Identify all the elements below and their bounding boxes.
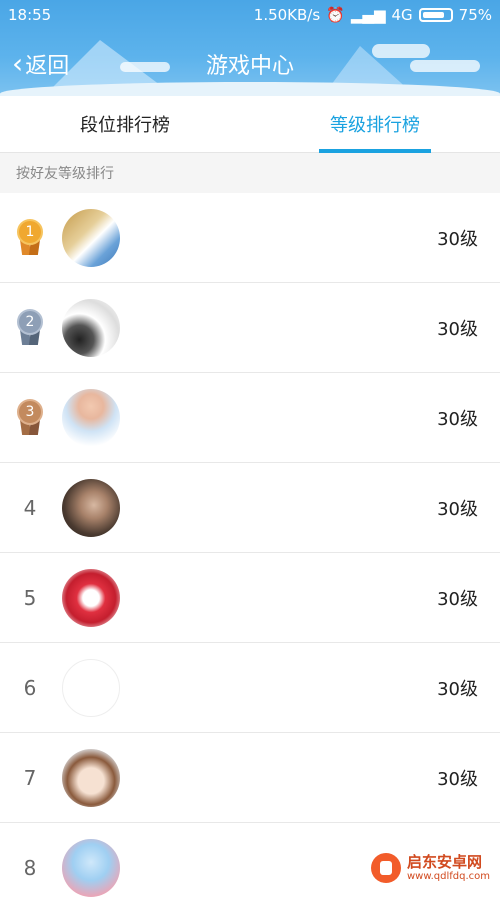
alarm-icon: ⏰ — [326, 6, 345, 24]
watermark-title: 启东安卓网 — [406, 853, 482, 872]
list-item[interactable]: 7 30级 — [0, 733, 500, 823]
leaderboard-list: 1 30级 2 30级 3 30级 4 30级 5 30级 6 30级 7 30… — [0, 193, 500, 913]
list-item[interactable]: 2 30级 — [0, 283, 500, 373]
avatar — [62, 839, 120, 897]
watermark-url: www.qdlfdq.com — [406, 870, 490, 882]
rank-number: 7 — [23, 765, 37, 790]
watermark: 启东安卓网 www.qdlfdq.com — [370, 853, 490, 883]
player-level: 30级 — [437, 498, 478, 520]
status-right: 1.50KB/s ⏰ ▂▄▆ 4G 75% — [254, 6, 492, 24]
watermark-logo-icon — [370, 853, 401, 883]
rank-number: 6 — [23, 675, 37, 700]
avatar — [62, 388, 120, 447]
avatar — [62, 478, 120, 537]
list-item[interactable]: 5 30级 — [0, 553, 500, 643]
player-level: 30级 — [437, 588, 478, 610]
rank-number: 5 — [23, 585, 37, 610]
bronze-medal-icon: 3 — [15, 398, 45, 437]
status-bar: 18:55 1.50KB/s ⏰ ▂▄▆ 4G 75% — [0, 0, 500, 30]
network-type: 4G — [391, 6, 413, 24]
avatar — [62, 208, 120, 267]
status-time: 18:55 — [8, 6, 52, 24]
section-label: 按好友等级排行 — [0, 153, 500, 193]
list-item[interactable]: 1 30级 — [0, 193, 500, 283]
player-level: 30级 — [437, 408, 478, 430]
page-title: 游戏中心 — [205, 54, 294, 79]
silver-medal-icon: 2 — [15, 308, 45, 347]
tab-level-leaderboard[interactable]: 等级排行榜 — [250, 96, 500, 152]
tab-rank-leaderboard[interactable]: 段位排行榜 — [0, 96, 250, 152]
player-level: 30级 — [437, 228, 478, 250]
rank-cell: 1 — [0, 218, 60, 257]
avatar — [62, 748, 120, 807]
gold-medal-icon: 1 — [15, 218, 45, 257]
app-header: 18:55 1.50KB/s ⏰ ▂▄▆ 4G 75% ‹ 返回 游戏中心 — [0, 0, 500, 96]
avatar — [62, 568, 120, 627]
rank-number: 8 — [23, 856, 37, 880]
list-item[interactable]: 4 30级 — [0, 463, 500, 553]
player-level: 30级 — [437, 678, 478, 700]
list-item[interactable]: 6 30级 — [0, 643, 500, 733]
rank-cell: 3 — [0, 398, 60, 437]
battery-percent: 75% — [458, 6, 492, 24]
watermark-text: 启东安卓网 www.qdlfdq.com — [407, 854, 490, 882]
list-item[interactable]: 3 30级 — [0, 373, 500, 463]
network-speed: 1.50KB/s — [253, 6, 321, 24]
rank-number: 4 — [23, 495, 37, 520]
player-level: 30级 — [437, 318, 478, 340]
avatar — [62, 298, 120, 357]
avatar — [62, 658, 120, 717]
player-level: 30级 — [437, 768, 478, 790]
tab-bar: 段位排行榜 等级排行榜 — [0, 96, 500, 153]
battery-icon — [418, 8, 453, 22]
rank-cell: 2 — [0, 308, 60, 347]
signal-icon: ▂▄▆ — [350, 6, 386, 24]
